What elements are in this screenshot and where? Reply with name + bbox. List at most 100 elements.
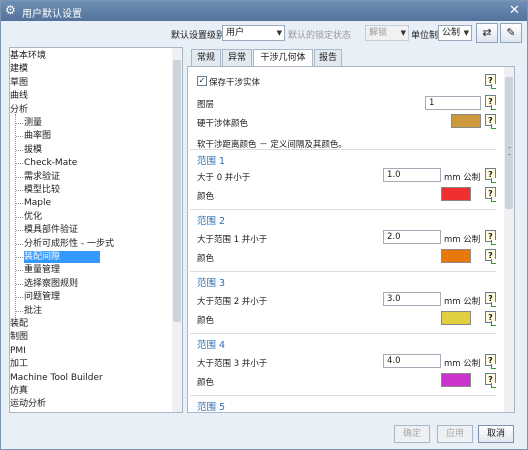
tree-category[interactable]: 制图 bbox=[10, 331, 28, 343]
layer-input[interactable]: 1 bbox=[425, 96, 481, 110]
range-4-unit: mm 公制 bbox=[444, 359, 481, 369]
tree-subitem[interactable]: 选择察图规则 bbox=[15, 278, 78, 290]
panel-scroll-thumb[interactable] bbox=[505, 77, 513, 209]
tree-category[interactable]: 分析 bbox=[10, 104, 28, 116]
range-1-label: 大于 0 并小于 bbox=[197, 173, 251, 183]
range-2-color-swatch[interactable] bbox=[441, 249, 471, 263]
tree-category[interactable]: PMI bbox=[10, 345, 26, 357]
range-1-input[interactable]: 1.0 bbox=[383, 168, 441, 182]
tree-category[interactable]: 运动分析 bbox=[10, 398, 46, 410]
chevron-down-icon: ▼ bbox=[463, 29, 469, 37]
range-2-unit: mm 公制 bbox=[444, 235, 481, 245]
help-icon[interactable]: ? bbox=[485, 168, 496, 183]
tree-scrollbar[interactable] bbox=[172, 48, 182, 412]
import-export-button[interactable]: ⇄ bbox=[476, 23, 498, 43]
range-5-title: 范围 5 bbox=[197, 402, 226, 413]
range-2-color-label: 颜色 bbox=[197, 254, 215, 264]
tree-subitem[interactable]: 重量管理 bbox=[15, 264, 60, 276]
save-interference-label: 保存干涉实体 bbox=[209, 78, 261, 88]
range-3-input[interactable]: 3.0 bbox=[383, 292, 441, 306]
range-1-color-label: 颜色 bbox=[197, 192, 215, 202]
divider bbox=[190, 395, 496, 396]
range-4-label: 大于范围 3 并小于 bbox=[197, 359, 268, 369]
range-3-title: 范围 3 bbox=[197, 278, 226, 289]
tree-subitem[interactable]: 拔模 bbox=[15, 144, 42, 156]
chevron-down-icon: ▼ bbox=[400, 29, 406, 37]
lock-select: 解锁 ▼ bbox=[365, 25, 409, 41]
scroll-grip-icon bbox=[508, 147, 511, 155]
tree-subitem[interactable]: 需求验证 bbox=[15, 171, 60, 183]
tree-subitem[interactable]: 曲率图 bbox=[15, 130, 51, 142]
interference-geometry-panel: ✓ 保存干涉实体 ? 图层 1 ? 硬干涉体颜色 ? 软干涉距离颜色 － 定义间… bbox=[187, 66, 515, 413]
level-label: 默认设置级别 bbox=[171, 31, 226, 41]
range-3-label: 大于范围 2 并小于 bbox=[197, 297, 268, 307]
tab-report[interactable]: 报告 bbox=[314, 49, 342, 66]
help-icon[interactable]: ? bbox=[485, 292, 496, 307]
level-select-value: 用户 bbox=[226, 28, 245, 38]
manage-icon: ✎ bbox=[506, 26, 516, 39]
help-icon[interactable]: ? bbox=[485, 114, 496, 129]
tree-category[interactable]: 基本环境 bbox=[10, 50, 46, 62]
panel-scrollbar[interactable] bbox=[504, 67, 514, 412]
tree-subitem[interactable]: Check-Mate bbox=[15, 157, 77, 169]
tree-scroll-thumb[interactable] bbox=[173, 60, 181, 322]
tree-category[interactable]: 建模 bbox=[10, 63, 28, 75]
help-icon[interactable]: ? bbox=[485, 354, 496, 369]
range-2-title: 范围 2 bbox=[197, 216, 226, 227]
title-bar: ⚙ 用户默认设置 ✕ bbox=[1, 1, 527, 21]
help-icon[interactable]: ? bbox=[485, 95, 496, 110]
tree-subitem[interactable]: 装配间隙 bbox=[15, 251, 101, 263]
tree-category[interactable]: Machine Tool Builder bbox=[10, 372, 103, 384]
tab-interference-geometry[interactable]: 干涉几何体 bbox=[253, 49, 313, 67]
save-interference-checkbox[interactable]: ✓ bbox=[197, 76, 207, 86]
help-icon[interactable]: ? bbox=[485, 187, 496, 202]
hard-color-label: 硬干涉体颜色 bbox=[197, 119, 249, 129]
window-title: 用户默认设置 bbox=[22, 9, 82, 20]
divider bbox=[190, 209, 496, 210]
help-icon[interactable]: ? bbox=[485, 311, 496, 326]
gear-icon: ⚙ bbox=[5, 3, 16, 17]
import-export-icon: ⇄ bbox=[482, 26, 492, 39]
toolbar: 默认设置级别 用户 ▼ 默认的锁定状态 解锁 ▼ 单位制 公制 ▼ ⇄ ✎ bbox=[1, 21, 527, 47]
range-3-color-label: 颜色 bbox=[197, 316, 215, 326]
tree-category[interactable]: 装配 bbox=[10, 318, 28, 330]
tree-subitem[interactable]: 模型比较 bbox=[15, 184, 60, 196]
close-icon[interactable]: ✕ bbox=[507, 3, 522, 18]
unit-select[interactable]: 公制 ▼ bbox=[438, 25, 472, 41]
tab-general[interactable]: 常规 bbox=[191, 49, 221, 66]
help-icon[interactable]: ? bbox=[485, 74, 496, 89]
range-3-unit: mm 公制 bbox=[444, 297, 481, 307]
range-2-input[interactable]: 2.0 bbox=[383, 230, 441, 244]
ok-button[interactable]: 确定 bbox=[394, 425, 430, 443]
tree-subitem[interactable]: 批注 bbox=[15, 305, 42, 317]
tree-subitem[interactable]: 模具部件验证 bbox=[15, 224, 78, 236]
hard-color-swatch[interactable] bbox=[451, 114, 481, 128]
range-3-color-swatch[interactable] bbox=[441, 311, 471, 325]
range-4-color-label: 颜色 bbox=[197, 378, 215, 388]
unit-select-value: 公制 bbox=[442, 28, 461, 38]
range-1-unit: mm 公制 bbox=[444, 173, 481, 183]
range-4-input[interactable]: 4.0 bbox=[383, 354, 441, 368]
tab-exceptions[interactable]: 异常 bbox=[222, 49, 252, 66]
lock-select-value: 解锁 bbox=[369, 28, 388, 38]
tree-subitem[interactable]: 分析可成形性 - 一步式 bbox=[16, 238, 114, 250]
tree-subitem[interactable]: 测量 bbox=[15, 117, 42, 129]
apply-button[interactable]: 应用 bbox=[437, 425, 473, 443]
tree-category[interactable]: 曲线 bbox=[10, 90, 28, 102]
help-icon[interactable]: ? bbox=[485, 230, 496, 245]
tree-subitem[interactable]: Maple bbox=[15, 197, 51, 209]
range-4-color-swatch[interactable] bbox=[441, 373, 471, 387]
range-4-title: 范围 4 bbox=[197, 340, 226, 351]
tree-subitem[interactable]: 问题管理 bbox=[15, 291, 60, 303]
range-1-color-swatch[interactable] bbox=[441, 187, 471, 201]
tree-category[interactable]: 仿真 bbox=[10, 385, 28, 397]
level-select[interactable]: 用户 ▼ bbox=[222, 25, 285, 41]
tree-subitem[interactable]: 优化 bbox=[15, 211, 42, 223]
tree-category[interactable]: 草图 bbox=[10, 77, 28, 89]
help-icon[interactable]: ? bbox=[485, 373, 496, 388]
cancel-button[interactable]: 取消 bbox=[478, 425, 514, 443]
help-icon[interactable]: ? bbox=[485, 249, 496, 264]
manage-button[interactable]: ✎ bbox=[500, 23, 522, 43]
tree-category[interactable]: 加工 bbox=[10, 358, 28, 370]
tree-guide-line bbox=[15, 114, 16, 324]
